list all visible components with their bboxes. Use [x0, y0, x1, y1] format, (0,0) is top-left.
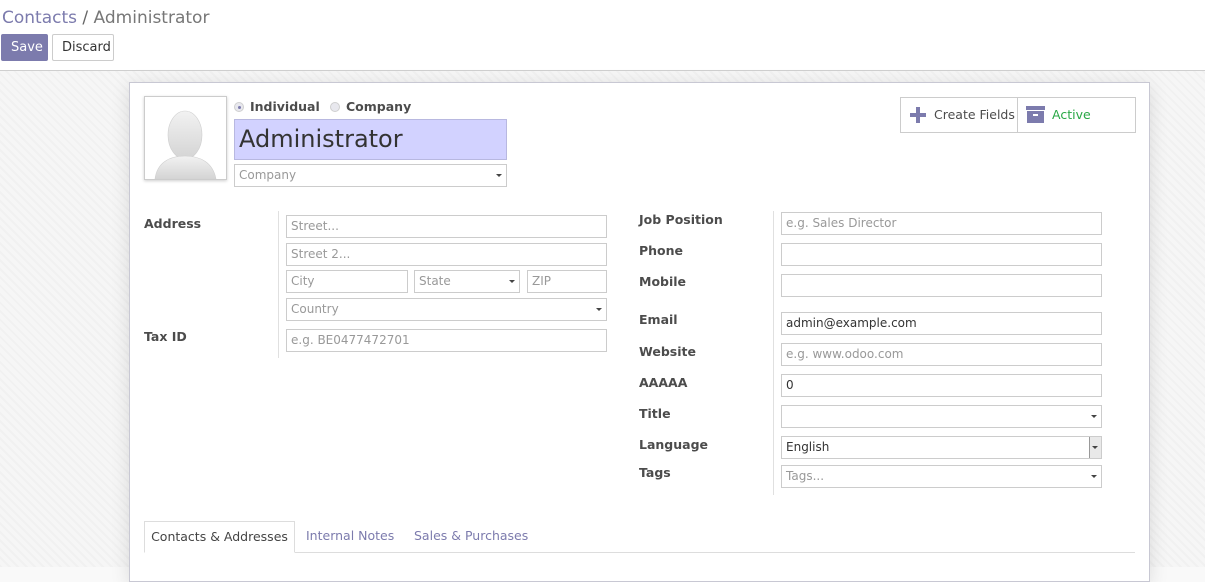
zip-input[interactable]: ZIP: [527, 270, 607, 293]
chevron-down-icon: [1091, 475, 1097, 478]
control-panel: Contacts / Administrator Save Discard: [0, 0, 1205, 71]
avatar-placeholder-icon: [154, 110, 217, 180]
chevron-down-icon: [509, 280, 515, 283]
right-column-divider: [773, 211, 774, 495]
language-dropdown-button[interactable]: [1089, 437, 1101, 458]
language-select[interactable]: English: [781, 436, 1102, 459]
email-label: Email: [639, 312, 678, 327]
street-input[interactable]: Street...: [286, 215, 607, 238]
avatar[interactable]: [144, 96, 227, 180]
language-select-value: English: [786, 440, 830, 454]
plus-icon: [910, 107, 926, 123]
company-select[interactable]: Company: [234, 164, 507, 187]
tags-label: Tags: [639, 465, 671, 480]
tags-select[interactable]: Tags...: [781, 465, 1102, 488]
breadcrumb-separator: /: [82, 8, 89, 28]
state-select-placeholder: State: [419, 274, 451, 288]
save-button[interactable]: Save: [1, 34, 48, 61]
radio-individual-label: Individual: [250, 99, 320, 114]
create-fields-label: Create Fields: [934, 107, 1015, 122]
left-column-divider: [278, 211, 279, 358]
notebook-tabs: Contacts & Addresses Internal Notes Sale…: [144, 521, 1135, 553]
address-label: Address: [144, 216, 202, 231]
website-label: Website: [639, 344, 696, 359]
website-input[interactable]: e.g. www.odoo.com: [781, 343, 1102, 366]
tax-id-input[interactable]: e.g. BE0477472701: [286, 329, 607, 352]
breadcrumb-current: Administrator: [93, 8, 210, 28]
radio-checked-icon: [234, 102, 244, 112]
chevron-down-icon: [496, 174, 502, 177]
active-label: Active: [1052, 107, 1091, 122]
title-label: Title: [639, 406, 671, 421]
country-select[interactable]: Country: [286, 298, 607, 321]
email-input[interactable]: admin@example.com: [781, 312, 1102, 335]
tab-contacts-addresses[interactable]: Contacts & Addresses: [144, 521, 295, 553]
tab-internal-notes[interactable]: Internal Notes: [306, 521, 394, 553]
mobile-input[interactable]: [781, 274, 1102, 297]
button-box: Create Fields Active: [900, 97, 1136, 133]
mobile-label: Mobile: [639, 274, 687, 289]
breadcrumb-contacts-link[interactable]: Contacts: [2, 8, 77, 28]
discard-button[interactable]: Discard: [52, 34, 114, 61]
chevron-down-icon: [1092, 446, 1098, 449]
phone-label: Phone: [639, 243, 684, 258]
phone-input[interactable]: [781, 243, 1102, 266]
city-input[interactable]: City: [286, 270, 408, 293]
name-input[interactable]: Administrator: [234, 119, 507, 160]
radio-individual[interactable]: Individual: [234, 99, 320, 115]
radio-company-label: Company: [346, 99, 412, 114]
chevron-down-icon: [596, 308, 602, 311]
radio-unchecked-icon: [330, 102, 340, 112]
language-label: Language: [639, 437, 709, 452]
form-sheet: Individual Company Administrator Company…: [129, 82, 1150, 582]
job-position-label: Job Position: [639, 212, 723, 227]
active-toggle-button[interactable]: Active: [1018, 98, 1135, 132]
country-select-placeholder: Country: [291, 302, 339, 316]
chevron-down-icon: [1091, 415, 1097, 418]
archive-icon: [1026, 106, 1045, 123]
street2-input[interactable]: Street 2...: [286, 243, 607, 266]
job-position-input[interactable]: e.g. Sales Director: [781, 212, 1102, 235]
create-fields-button[interactable]: Create Fields: [901, 98, 1018, 132]
breadcrumb: Contacts / Administrator: [2, 8, 209, 28]
tags-placeholder: Tags...: [786, 469, 825, 483]
aaaaa-label: AAAAA: [639, 375, 688, 390]
aaaaa-input[interactable]: 0: [781, 374, 1102, 397]
tax-id-label: Tax ID: [144, 329, 187, 344]
title-select[interactable]: [781, 405, 1102, 428]
company-select-placeholder: Company: [239, 168, 297, 182]
tab-sales-purchases[interactable]: Sales & Purchases: [414, 521, 528, 553]
state-select[interactable]: State: [414, 270, 520, 293]
radio-company[interactable]: Company: [330, 99, 411, 115]
